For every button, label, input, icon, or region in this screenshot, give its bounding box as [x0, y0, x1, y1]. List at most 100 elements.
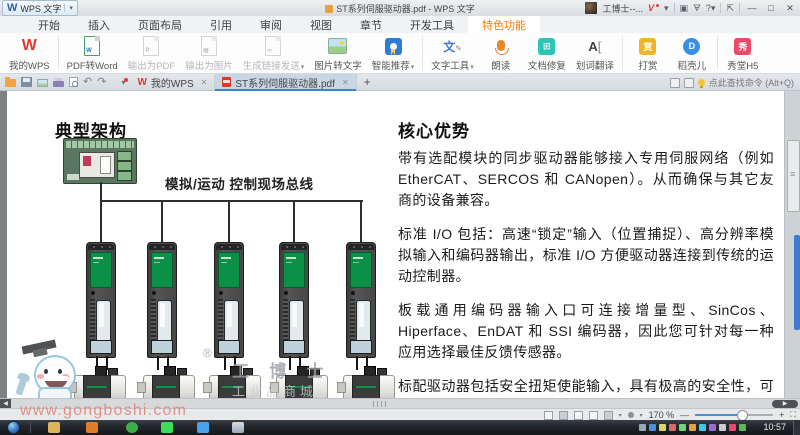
user-name[interactable]: 工博士--...	[602, 2, 643, 15]
export-image-button[interactable]: ▦ 输出为图片	[180, 33, 238, 72]
doc-repair-button[interactable]: ⊞ 文档修复	[523, 33, 571, 72]
taskbar-clock[interactable]: 10:57	[763, 422, 786, 432]
zoom-out-button[interactable]: —	[680, 410, 689, 420]
titlebar-controls: 工博士--... V ▾ ▣ 🜃 ?▾ ⇱ — □ ✕	[585, 1, 797, 15]
image-to-text-icon	[328, 36, 348, 56]
scroll-right-arrow[interactable]: ▶	[772, 400, 798, 408]
divider	[58, 36, 59, 70]
quick-access-toolbar: ↶ ↷ ▾	[0, 74, 130, 90]
pdf-to-word-icon: W	[82, 36, 102, 56]
view-mode-icon[interactable]	[544, 411, 553, 420]
start-button[interactable]	[7, 421, 20, 434]
text-tools-icon: 文✎	[443, 36, 463, 56]
taskbar-app-icon[interactable]	[86, 422, 98, 433]
shop-icon[interactable]: 🜃	[693, 1, 701, 15]
new-tab-button[interactable]: +	[357, 74, 378, 90]
reward-button[interactable]: 赏 打赏	[626, 33, 670, 72]
my-wps-button[interactable]: W 我的WPS	[4, 33, 55, 72]
right-column-heading: 核心优势	[398, 117, 470, 142]
tab-home[interactable]: 开始	[24, 16, 74, 33]
skin-icon[interactable]: ▣	[680, 1, 689, 15]
export-pdf-icon: P	[141, 36, 161, 56]
tab-section[interactable]: 章节	[346, 16, 396, 33]
fullscreen-icon[interactable]: ⛶	[790, 410, 796, 420]
divider	[622, 36, 623, 70]
body-text-column: 带有选配模块的同步驱动器能够接入专用伺服网络（例如 EtherCAT、SERCO…	[398, 148, 774, 398]
tab-references[interactable]: 引用	[196, 16, 246, 33]
close-button[interactable]: ✕	[783, 3, 797, 14]
user-avatar[interactable]	[585, 2, 597, 14]
divider	[739, 3, 740, 13]
help-icon[interactable]: ?▾	[706, 1, 716, 15]
doc-mini-icon	[670, 78, 680, 88]
close-icon[interactable]: ✕	[201, 78, 208, 87]
servo-drive	[214, 242, 244, 358]
eye-protect-icon[interactable]	[628, 412, 634, 418]
smart-recommend-button[interactable]: 智能推荐▾	[367, 33, 420, 72]
microphone-icon	[491, 36, 511, 56]
collapse-ribbon-icon[interactable]: ⇱	[726, 1, 734, 15]
account-dropdown-icon[interactable]: ▾	[664, 1, 669, 15]
watermark-brand: 工 博 士	[232, 357, 332, 382]
word-translate-button[interactable]: A[ 划词翻译	[571, 33, 619, 72]
chevron-down-icon: ▾	[301, 64, 305, 71]
print-icon[interactable]	[53, 81, 64, 87]
pdf-to-word-button[interactable]: W PDF转Word	[62, 33, 123, 72]
read-aloud-button[interactable]: 朗读	[479, 33, 523, 72]
open-icon[interactable]	[5, 79, 16, 87]
system-tray[interactable]	[639, 424, 746, 431]
docer-icon: D	[682, 36, 702, 56]
find-command-hint[interactable]: 点此查找命令 (Alt+Q)	[670, 76, 794, 89]
undo-icon[interactable]: ↶	[83, 74, 92, 91]
tab-developer[interactable]: 开发工具	[396, 16, 468, 33]
image-to-text-button[interactable]: 图片转文字	[309, 33, 367, 72]
tab-pdf-document[interactable]: ST系列伺服驱动器.pdf ✕	[215, 74, 356, 90]
taskbar-app-icon[interactable]	[197, 422, 209, 433]
zoom-in-button[interactable]: +	[779, 410, 784, 420]
tab-special-features[interactable]: 特色功能	[468, 16, 540, 33]
close-icon[interactable]: ✕	[342, 78, 349, 87]
export-pdf-button[interactable]: P 输出为PDF	[123, 33, 181, 72]
word-translate-icon: A[	[585, 36, 605, 56]
share-link-button[interactable]: ∞ 生成链接发送▾	[238, 33, 310, 72]
view-mode-icon[interactable]	[589, 411, 598, 420]
page-layout-icon[interactable]	[604, 411, 613, 420]
vertical-scrollbar-thumb[interactable]	[787, 140, 800, 212]
print-preview-icon[interactable]	[69, 77, 78, 87]
tab-my-wps[interactable]: W 我的WPS ✕	[130, 74, 215, 90]
redo-icon[interactable]: ↷	[97, 74, 106, 91]
output-icon[interactable]	[37, 79, 48, 87]
chevron-down-icon: ▾	[470, 64, 474, 71]
view-mode-icon[interactable]	[559, 411, 568, 420]
horizontal-scrollbar-grip[interactable]	[373, 401, 389, 407]
tab-insert[interactable]: 插入	[74, 16, 124, 33]
minimize-button[interactable]: —	[745, 3, 759, 13]
zoom-slider[interactable]	[695, 414, 773, 416]
windows-taskbar: 10:57	[0, 420, 800, 435]
smart-recommend-icon	[383, 36, 403, 56]
tab-review[interactable]: 审阅	[246, 16, 296, 33]
text-tools-button[interactable]: 文✎ 文字工具▾	[426, 33, 479, 72]
customize-toolbar-icon[interactable]: ▾	[121, 78, 125, 87]
tab-page-layout[interactable]: 页面布局	[124, 16, 196, 33]
taskbar-app-icon[interactable]	[126, 422, 138, 433]
maximize-button[interactable]: □	[764, 3, 778, 13]
paragraph: 标准 I/O 包括：高速“锁定”输入（位置捕捉）、高分辨率模拟输入和编码器输出，…	[398, 224, 774, 287]
zoom-level: 170 %	[649, 410, 675, 420]
taskbar-app-icon[interactable]	[232, 422, 244, 433]
save-icon[interactable]	[21, 77, 32, 87]
vertical-scrollbar[interactable]	[784, 91, 800, 398]
wps-app-button[interactable]: W WPS 文字 ▾	[2, 0, 78, 16]
docer-button[interactable]: D 稻壳儿	[670, 33, 714, 72]
xiutang-h5-button[interactable]: 秀 秀堂H5	[721, 33, 765, 72]
wps-w-icon: W	[137, 77, 146, 88]
show-desktop-button[interactable]	[793, 420, 800, 435]
taskbar-wechat-icon[interactable]	[161, 422, 173, 433]
drop-line	[228, 202, 230, 242]
tab-view[interactable]: 视图	[296, 16, 346, 33]
chevron-down-icon: ▾	[640, 412, 643, 419]
paragraph: 标配驱动器包括安全扭矩使能输入，具有极高的安全性，可有效封锁驱动器的输出级，这可…	[398, 376, 774, 398]
view-mode-icon[interactable]	[574, 411, 583, 420]
taskbar-explorer-icon[interactable]	[48, 422, 60, 433]
menu-bar: 开始 插入 页面布局 引用 审阅 视图 章节 开发工具 特色功能	[0, 16, 800, 33]
